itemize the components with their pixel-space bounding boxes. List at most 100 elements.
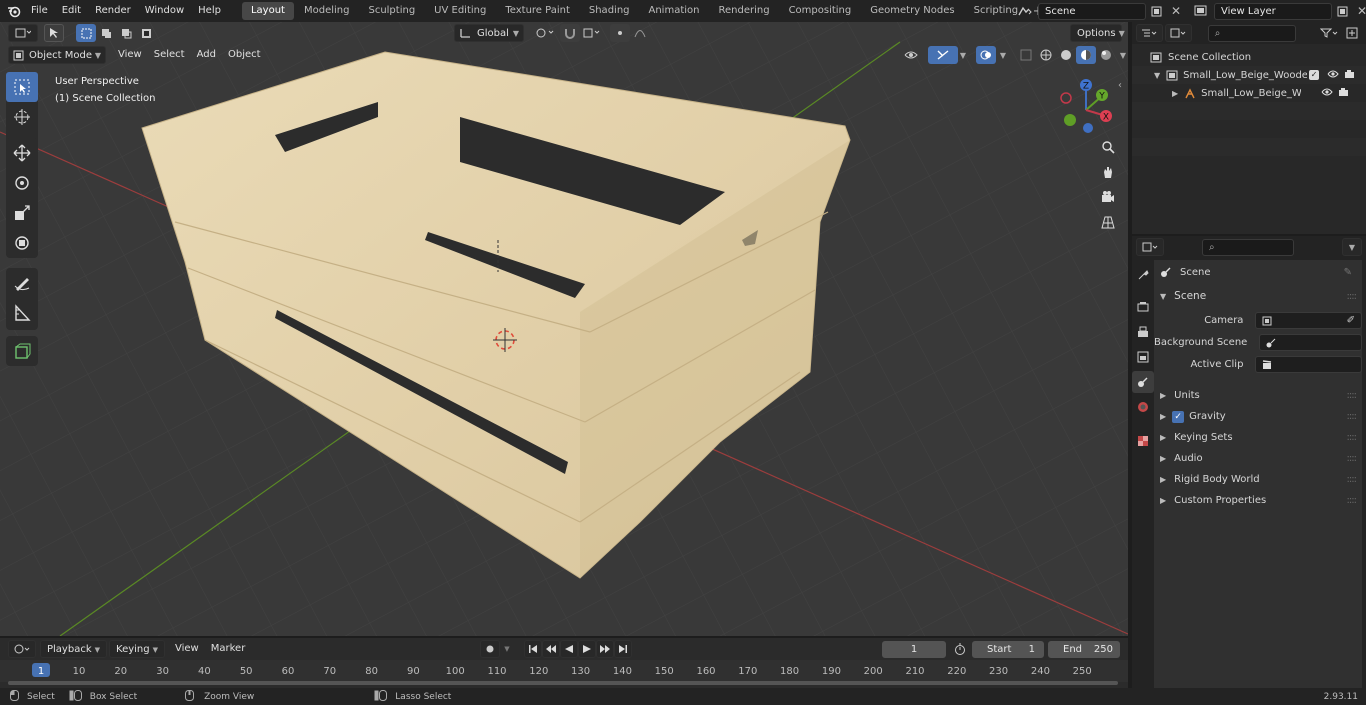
keying-dropdown[interactable]: Keying ▼	[109, 640, 165, 658]
audio-panel-header[interactable]: ▶ Audio ::::	[1154, 448, 1362, 469]
pivot-point-icon[interactable]	[530, 24, 560, 42]
stopwatch-icon[interactable]	[950, 640, 970, 658]
record-keyframe-icon[interactable]	[480, 640, 500, 658]
scene-selector-icon[interactable]	[1012, 2, 1038, 20]
new-scene-icon[interactable]	[1146, 2, 1166, 20]
eyedropper-icon[interactable]: ✐	[1347, 313, 1355, 328]
scene-tab-icon[interactable]	[1132, 371, 1154, 393]
scene-panel-header[interactable]: ▼ Scene ::::	[1154, 286, 1362, 306]
navigation-gizmo[interactable]: Z Y X	[1052, 74, 1122, 144]
jump-start-icon[interactable]	[524, 640, 542, 658]
tool-settings-tab-icon[interactable]	[1132, 264, 1154, 286]
background-scene-field[interactable]	[1259, 334, 1362, 351]
expand-down-icon[interactable]: ▼	[1154, 71, 1160, 80]
keying-sets-panel-header[interactable]: ▶ Keying Sets ::::	[1154, 427, 1362, 448]
transform-orientation-dropdown[interactable]: Global ▼	[454, 24, 524, 42]
play-reverse-icon[interactable]	[560, 640, 578, 658]
select-new-icon[interactable]	[76, 24, 96, 42]
menu-window[interactable]: Window	[138, 0, 191, 22]
drag-handle-icon[interactable]: ::::	[1347, 390, 1358, 401]
units-panel-header[interactable]: ▶ Units ::::	[1154, 385, 1362, 406]
exclude-checkbox-icon[interactable]: ✓	[1309, 70, 1320, 80]
camera-view-icon[interactable]	[1096, 185, 1120, 209]
wooden-crate-object[interactable]	[0, 22, 1128, 636]
output-tab-icon[interactable]	[1132, 321, 1154, 343]
annotate-tool-icon[interactable]	[6, 268, 38, 298]
pin-icon[interactable]: ✎	[1344, 267, 1352, 278]
end-frame-field[interactable]: End 250	[1048, 641, 1120, 658]
visibility-eye-icon[interactable]	[900, 46, 928, 64]
outliner-row-object[interactable]: ▶ Small_Low_Beige_Wood	[1132, 84, 1366, 102]
shading-wireframe-icon[interactable]	[1036, 46, 1056, 64]
auto-key-dropdown-icon[interactable]: ▼	[500, 640, 514, 658]
tab-compositing[interactable]: Compositing	[780, 2, 861, 20]
drag-handle-icon[interactable]: ::::	[1347, 495, 1358, 506]
tab-modeling[interactable]: Modeling	[295, 2, 359, 20]
snap-magnet-icon[interactable]	[560, 24, 580, 42]
menu-file[interactable]: File	[24, 0, 55, 22]
timeline-menu-view[interactable]: View	[169, 640, 205, 658]
render-tab-icon[interactable]	[1132, 296, 1154, 318]
timeline-ruler[interactable]: 1 10 20 30 40 50 60 70 80 90 100 110 120 130 140 150 160…	[0, 660, 1128, 682]
shading-solid-icon[interactable]	[1056, 46, 1076, 64]
scale-tool-icon[interactable]	[6, 198, 38, 228]
falloff-curve-icon[interactable]	[630, 24, 654, 42]
transform-tool-icon[interactable]	[6, 228, 38, 258]
tab-texture-paint[interactable]: Texture Paint	[496, 2, 579, 20]
select-invert-icon[interactable]	[136, 24, 156, 42]
menu-render[interactable]: Render	[88, 0, 138, 22]
cursor-tool-icon[interactable]	[6, 102, 38, 132]
add-cube-tool-icon[interactable]	[6, 336, 38, 366]
menu-object[interactable]: Object	[222, 46, 267, 64]
tab-uv-editing[interactable]: UV Editing	[425, 2, 495, 20]
sidebar-toggle-chevron-icon[interactable]: ‹	[1118, 80, 1122, 91]
menu-add[interactable]: Add	[191, 46, 222, 64]
world-tab-icon[interactable]	[1132, 396, 1154, 418]
shading-dropdown-icon[interactable]: ▼	[1116, 46, 1128, 64]
outliner-editor-type-icon[interactable]	[1136, 24, 1163, 42]
delete-view-layer-icon[interactable]: ✕	[1352, 2, 1366, 20]
measure-tool-icon[interactable]	[6, 298, 38, 328]
options-dropdown[interactable]: Options ▼	[1070, 24, 1125, 42]
jump-end-icon[interactable]	[614, 640, 632, 658]
menu-view[interactable]: View	[112, 46, 148, 64]
snap-target-icon[interactable]	[580, 24, 604, 42]
outliner-row-collection[interactable]: ▼ Small_Low_Beige_Wooden_F ✓	[1132, 66, 1366, 84]
new-collection-icon[interactable]	[1343, 24, 1362, 42]
menu-help[interactable]: Help	[191, 0, 228, 22]
prev-keyframe-icon[interactable]	[542, 640, 560, 658]
tab-sculpting[interactable]: Sculpting	[359, 2, 424, 20]
tab-shading[interactable]: Shading	[580, 2, 639, 20]
timeline-menu-marker[interactable]: Marker	[205, 640, 252, 658]
drag-handle-icon[interactable]: ::::	[1347, 411, 1358, 422]
drag-handle-icon[interactable]: ::::	[1347, 474, 1358, 485]
gizmo-dropdown-icon[interactable]: ▼	[958, 46, 968, 64]
properties-search-field[interactable]: ⌕	[1202, 238, 1294, 256]
rigid-body-world-panel-header[interactable]: ▶ Rigid Body World ::::	[1154, 469, 1362, 490]
start-frame-field[interactable]: Start 1	[972, 641, 1044, 658]
eye-visibility-icon[interactable]	[1327, 70, 1339, 81]
properties-editor-type-icon[interactable]	[1136, 238, 1164, 256]
play-icon[interactable]	[578, 640, 596, 658]
active-clip-field[interactable]	[1255, 356, 1362, 373]
custom-properties-panel-header[interactable]: ▶ Custom Properties ::::	[1154, 490, 1362, 511]
rotate-tool-icon[interactable]	[6, 168, 38, 198]
tab-rendering[interactable]: Rendering	[709, 2, 778, 20]
delete-scene-icon[interactable]: ✕	[1166, 2, 1186, 20]
select-box-tool-icon[interactable]	[6, 72, 38, 102]
move-tool-icon[interactable]	[6, 138, 38, 168]
drag-handle-icon[interactable]: ::::	[1347, 291, 1358, 302]
overlay-toggle-icon[interactable]	[976, 46, 996, 64]
texture-tab-icon[interactable]	[1132, 430, 1154, 452]
xray-toggle-icon[interactable]	[1016, 46, 1036, 64]
menu-select[interactable]: Select	[148, 46, 191, 64]
expand-right-icon[interactable]: ▶	[1172, 89, 1178, 98]
filter-funnel-icon[interactable]	[1316, 24, 1343, 42]
pan-hand-icon[interactable]	[1096, 160, 1120, 184]
blender-logo-icon[interactable]	[4, 2, 24, 20]
properties-options-chevron-icon[interactable]: ▼	[1342, 238, 1362, 256]
select-subtract-icon[interactable]	[116, 24, 136, 42]
object-mode-dropdown[interactable]: Object Mode ▼	[8, 46, 106, 64]
tab-geometry-nodes[interactable]: Geometry Nodes	[861, 2, 963, 20]
shading-rendered-icon[interactable]	[1096, 46, 1116, 64]
